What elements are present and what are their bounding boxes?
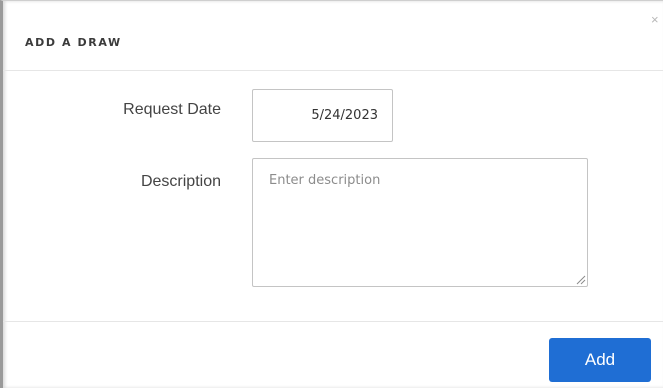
description-label: Description — [140, 173, 221, 190]
add-button[interactable]: Add — [549, 338, 651, 382]
add-draw-modal: ADD A DRAW × Request Date Description Ad… — [0, 0, 663, 388]
description-textarea[interactable] — [252, 158, 588, 287]
modal-header: ADD A DRAW × — [3, 1, 663, 71]
request-date-input[interactable] — [252, 89, 393, 142]
modal-title: ADD A DRAW — [25, 36, 122, 49]
close-icon[interactable]: × — [651, 13, 659, 26]
request-date-label: Request Date — [123, 101, 221, 118]
